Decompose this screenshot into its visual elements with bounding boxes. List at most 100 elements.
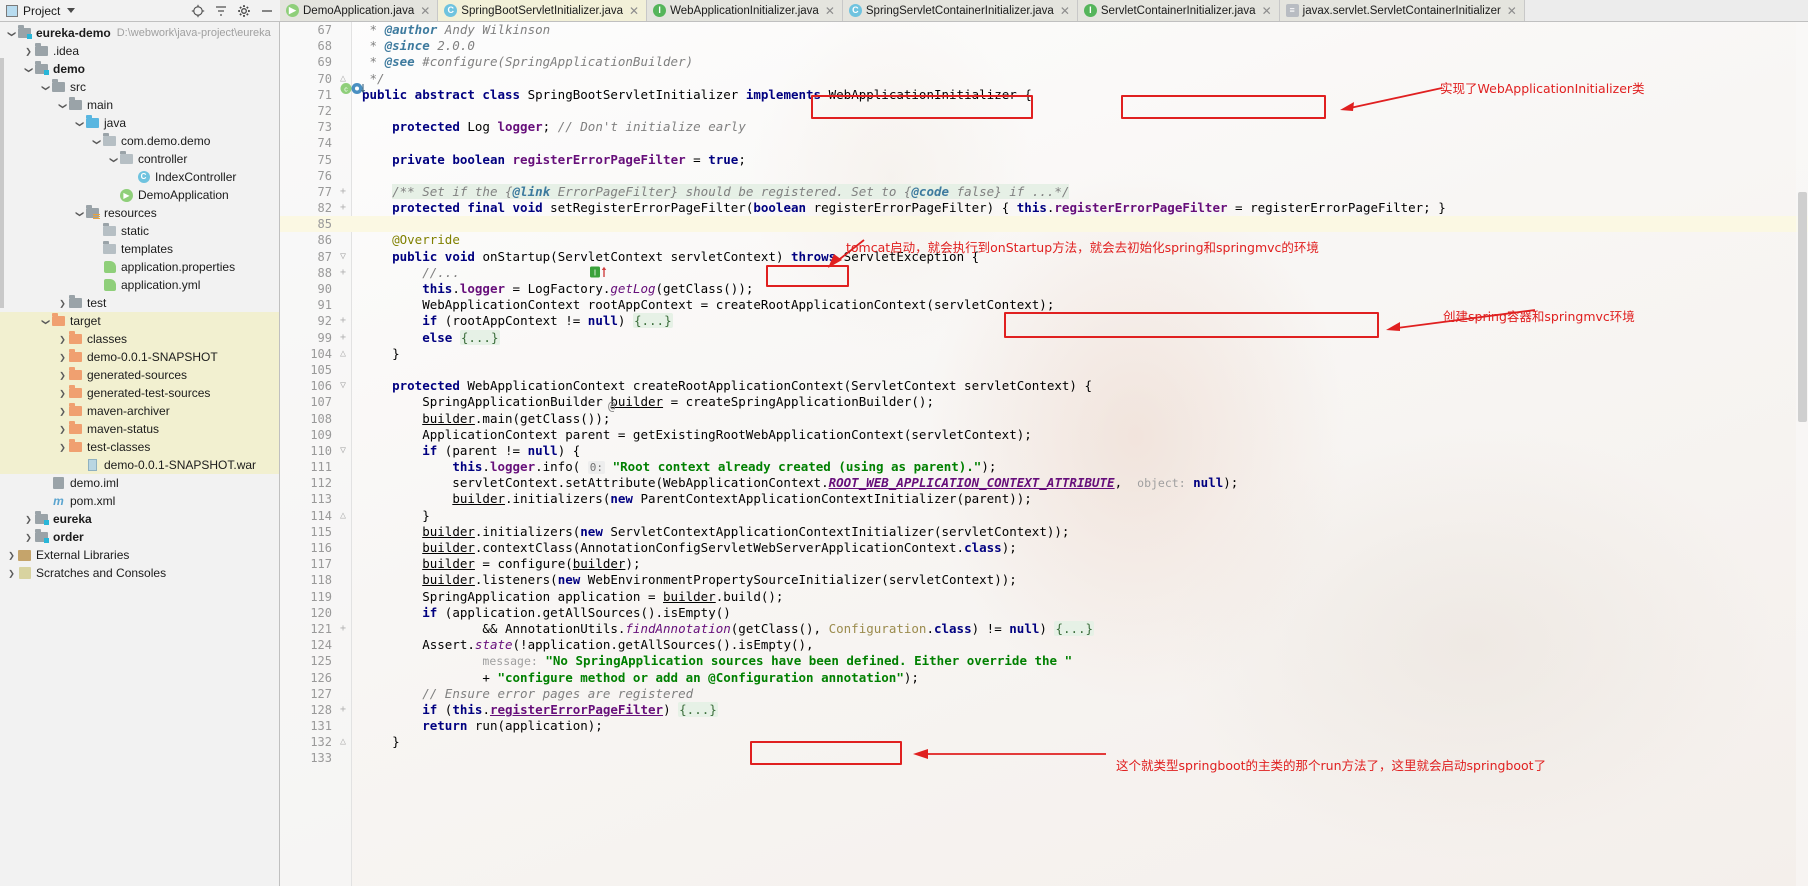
- close-icon[interactable]: ✕: [1060, 4, 1070, 18]
- project-panel-header[interactable]: Project: [0, 0, 280, 22]
- close-icon[interactable]: ✕: [825, 4, 835, 18]
- editor-tab-5[interactable]: ≡ javax.servlet.ServletContainerInitializ…: [1279, 0, 1525, 21]
- hide-panel-icon[interactable]: [260, 4, 274, 18]
- chevron-down-icon[interactable]: [40, 78, 51, 97]
- chevron-right-icon[interactable]: [57, 294, 68, 313]
- code-fold-toggle[interactable]: +: [338, 184, 348, 200]
- tree-node[interactable]: m pom.xml: [0, 492, 279, 510]
- tree-node[interactable]: controller: [0, 150, 279, 168]
- code-fold-toggle[interactable]: △: [338, 734, 348, 750]
- tree-node[interactable]: maven-status: [0, 420, 279, 438]
- project-tree[interactable]: eureka-demo D:\webwork\java-project\eurek…: [0, 22, 280, 886]
- editor-vertical-scrollbar[interactable]: [1796, 22, 1808, 886]
- code-fold-toggle[interactable]: +: [338, 265, 348, 281]
- tree-node[interactable]: test-classes: [0, 438, 279, 456]
- tree-node[interactable]: C IndexController: [0, 168, 279, 186]
- tree-node[interactable]: application.yml: [0, 276, 279, 294]
- chevron-down-icon[interactable]: [6, 24, 17, 43]
- tree-node[interactable]: demo-0.0.1-SNAPSHOT: [0, 348, 279, 366]
- tree-node[interactable]: order: [0, 528, 279, 546]
- collapse-all-icon[interactable]: [214, 4, 228, 18]
- tree-node[interactable]: com.demo.demo: [0, 132, 279, 150]
- chevron-right-icon[interactable]: [57, 348, 68, 367]
- chevron-right-icon[interactable]: [23, 42, 34, 61]
- code-fold-toggle[interactable]: +: [338, 621, 348, 637]
- chevron-down-icon[interactable]: [91, 132, 102, 151]
- tree-node[interactable]: ▶ DemoApplication: [0, 186, 279, 204]
- code-fold-toggle[interactable]: +: [338, 313, 348, 329]
- chevron-down-icon[interactable]: [108, 150, 119, 169]
- implementing-method-marker-icon[interactable]: I: [590, 265, 608, 282]
- locate-icon[interactable]: [191, 4, 205, 18]
- chevron-right-icon[interactable]: [6, 546, 17, 565]
- editor-tab-0[interactable]: ▶ DemoApplication.java ✕: [280, 0, 439, 21]
- code-fold-toggle[interactable]: ▽: [338, 443, 348, 459]
- tree-node[interactable]: demo: [0, 60, 279, 78]
- editor-tab-4[interactable]: I ServletContainerInitializer.java ✕: [1077, 0, 1280, 21]
- code-fold-toggle[interactable]: +: [338, 200, 348, 216]
- editor-tab-3[interactable]: C SpringServletContainerInitializer.java ✕: [842, 0, 1078, 21]
- annotation-marker-icon[interactable]: @: [608, 399, 615, 413]
- chevron-down-icon[interactable]: [40, 312, 51, 331]
- tree-node[interactable]: External Libraries: [0, 546, 279, 564]
- tree-node[interactable]: test: [0, 294, 279, 312]
- tree-node[interactable]: eureka: [0, 510, 279, 528]
- chevron-right-icon[interactable]: [57, 366, 68, 385]
- tree-node-label: main: [87, 98, 114, 112]
- line-number: 69: [317, 55, 332, 70]
- code-fold-toggle[interactable]: ▽: [338, 249, 348, 265]
- chevron-right-icon[interactable]: [6, 564, 17, 583]
- code-fold-toggle[interactable]: △: [338, 346, 348, 362]
- tree-node[interactable]: src: [0, 78, 279, 96]
- chevron-down-icon[interactable]: [74, 204, 85, 223]
- tree-node[interactable]: templates: [0, 240, 279, 258]
- code-fold-toggle[interactable]: △: [338, 508, 348, 524]
- tree-node[interactable]: resources: [0, 204, 279, 222]
- tree-node-label: application.yml: [121, 278, 201, 292]
- tree-node[interactable]: application.properties: [0, 258, 279, 276]
- editor-tab-2[interactable]: I WebApplicationInitializer.java ✕: [647, 0, 843, 21]
- line-number: 67: [317, 23, 332, 37]
- tree-node[interactable]: demo.iml: [0, 474, 279, 492]
- code-fold-toggle[interactable]: +: [338, 330, 348, 346]
- tree-node[interactable]: Scratches and Consoles: [0, 564, 279, 582]
- line-number: 73: [317, 120, 332, 135]
- tree-node[interactable]: target: [0, 312, 279, 330]
- tree-node[interactable]: demo-0.0.1-SNAPSHOT.war: [0, 456, 279, 474]
- tree-node[interactable]: static: [0, 222, 279, 240]
- class-icon: C: [136, 171, 151, 183]
- code-fold-toggle[interactable]: ▽: [338, 378, 348, 394]
- chevron-right-icon[interactable]: [57, 420, 68, 439]
- close-icon[interactable]: ✕: [1507, 4, 1517, 18]
- settings-gear-icon[interactable]: [237, 4, 251, 18]
- tree-node[interactable]: .idea: [0, 42, 279, 60]
- chevron-right-icon[interactable]: [57, 438, 68, 457]
- close-icon[interactable]: ✕: [1262, 4, 1272, 18]
- tree-scrollbar[interactable]: [0, 58, 4, 308]
- tree-node[interactable]: generated-sources: [0, 366, 279, 384]
- tree-node[interactable]: java: [0, 114, 279, 132]
- close-icon[interactable]: ✕: [420, 4, 430, 18]
- chevron-right-icon[interactable]: [57, 402, 68, 421]
- tree-node[interactable]: classes: [0, 330, 279, 348]
- class-override-marker-icon[interactable]: c: [340, 82, 366, 98]
- chevron-down-icon[interactable]: [23, 60, 34, 79]
- scrollbar-thumb[interactable]: [1798, 192, 1807, 422]
- editor-tab-1[interactable]: C SpringBootServletInitializer.java ✕: [438, 0, 648, 21]
- chevron-right-icon[interactable]: [57, 384, 68, 403]
- close-icon[interactable]: ✕: [629, 4, 639, 18]
- chevron-down-icon[interactable]: [74, 114, 85, 133]
- editor-tab-bar[interactable]: ▶ DemoApplication.java ✕ C SpringBootServlet…: [280, 0, 1808, 22]
- tree-node[interactable]: maven-archiver: [0, 402, 279, 420]
- tree-node[interactable]: main: [0, 96, 279, 114]
- code-line: 115 builder.initializers(new ServletCont…: [280, 524, 1808, 540]
- chevron-right-icon[interactable]: [23, 528, 34, 547]
- code-fold-toggle[interactable]: +: [338, 702, 348, 718]
- tree-node[interactable]: eureka-demo D:\webwork\java-project\eurek…: [0, 24, 279, 42]
- chevron-down-icon[interactable]: [57, 96, 68, 115]
- chevron-right-icon[interactable]: [57, 330, 68, 349]
- chevron-right-icon[interactable]: [23, 510, 34, 529]
- chevron-down-icon[interactable]: [67, 8, 76, 13]
- tree-node[interactable]: generated-test-sources: [0, 384, 279, 402]
- code-editor[interactable]: 67 * @author Andy Wilkinson 68 * @since 2…: [280, 22, 1808, 886]
